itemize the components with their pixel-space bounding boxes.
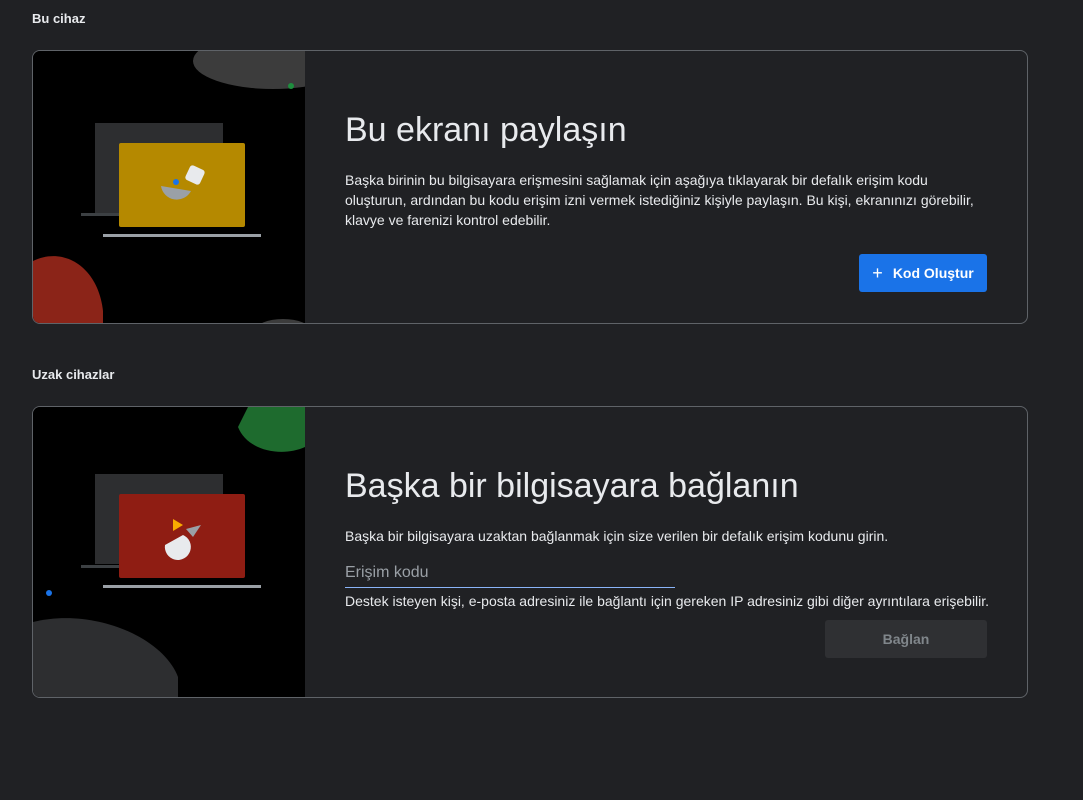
share-card-description: Başka birinin bu bilgisayara erişmesini … bbox=[345, 172, 974, 228]
section-title-remote-devices: Uzak cihazlar bbox=[32, 367, 115, 382]
plus-icon: + bbox=[872, 263, 883, 283]
connect-card-description: Başka bir bilgisayara uzaktan bağlanmak … bbox=[345, 528, 889, 544]
access-code-helper-text: Destek isteyen kişi, e-posta adresiniz i… bbox=[345, 593, 990, 609]
share-screen-illustration bbox=[33, 51, 305, 323]
connect-laptop-illustration-icon bbox=[33, 407, 305, 697]
generate-code-label: Kod Oluştur bbox=[892, 265, 974, 281]
connect-card-title: Başka bir bilgisayara bağlanın bbox=[345, 467, 799, 505]
access-code-input[interactable] bbox=[345, 559, 675, 588]
share-card-title: Bu ekranı paylaşın bbox=[345, 111, 627, 149]
connect-card: Başka bir bilgisayara bağlanın Başka bir… bbox=[32, 406, 1028, 698]
share-screen-card: Bu ekranı paylaşın Başka birinin bu bilg… bbox=[32, 50, 1028, 324]
share-laptop-illustration-icon bbox=[33, 51, 305, 323]
connect-illustration bbox=[33, 407, 305, 697]
section-title-this-device: Bu cihaz bbox=[32, 11, 86, 26]
connect-button[interactable]: Bağlan bbox=[825, 620, 987, 658]
generate-code-button[interactable]: + Kod Oluştur bbox=[859, 254, 987, 292]
